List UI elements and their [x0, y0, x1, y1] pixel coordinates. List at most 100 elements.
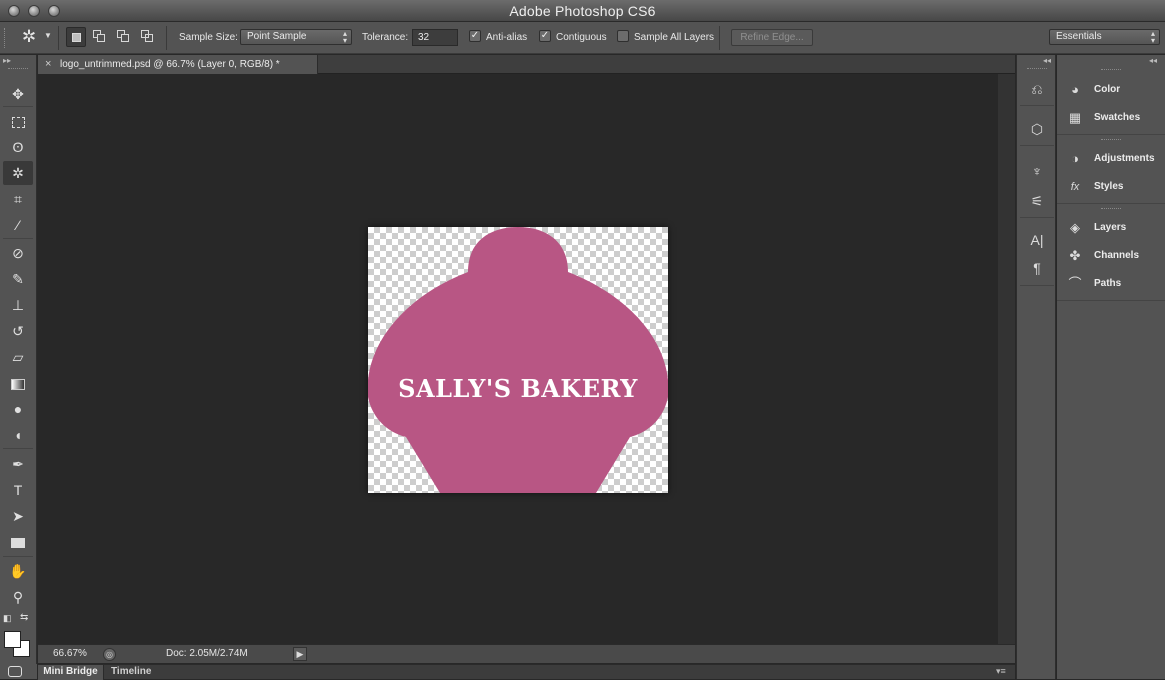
collapse-dock-icon[interactable]: ◂◂ [1149, 56, 1157, 65]
swatches-grid-icon: ▦ [1068, 110, 1082, 125]
paths-icon: ⌒ [1068, 276, 1082, 291]
channels-icon: ✤ [1069, 248, 1081, 263]
cupcake-shape [368, 227, 668, 493]
history-brush-icon[interactable]: ↺ [3, 319, 33, 343]
select-arrows-icon: ▴ ▾ [1150, 29, 1155, 45]
brush-icon[interactable]: ✎ [3, 267, 33, 291]
dodge-icon[interactable]: ◖ [3, 423, 33, 447]
blur-icon[interactable]: ● [3, 397, 33, 421]
panel-label-color: Color [1094, 84, 1121, 95]
divider [719, 26, 720, 50]
tab-timeline[interactable]: Timeline [111, 666, 151, 677]
expand-tools-icon[interactable]: ▸▸ [3, 56, 11, 65]
layers-icon: ◈ [1070, 220, 1080, 235]
collapsed-panel-strip: ◂◂ ⎌ ⬡ ♆ ⚟ A| ¶ [1016, 55, 1056, 679]
close-tab-icon[interactable]: × [45, 58, 51, 70]
document-tab-title: logo_untrimmed.psd @ 66.7% (Layer 0, RGB… [60, 59, 280, 70]
tool-preset-chevron-icon[interactable]: ▼ [44, 31, 52, 40]
options-grip [4, 28, 10, 48]
brush-presets-icon[interactable]: ♆ [1026, 160, 1048, 182]
styles-fx-icon: fx [1070, 181, 1080, 193]
screen-mode-area [0, 664, 37, 679]
document-size: Doc: 2.05M/2.74M [166, 648, 248, 659]
magic-wand-icon[interactable]: ✲ [3, 161, 33, 185]
tools-panel: ▸▸ ✥ ʘ ✲ ⌗ ⁄ ⊘ ✎ ⊥ ↺ ▱ ● ◖ ✒ T ➤ ✋ ⚲ ◧ ⇆ [0, 55, 37, 679]
options-bar: ✲ ▼ Sample Size: Point Sample ▴ ▾ Toleran… [0, 22, 1165, 54]
tolerance-input[interactable]: 32 [412, 29, 458, 46]
collapse-strip-icon[interactable]: ◂◂ [1043, 56, 1051, 65]
vertical-scrollbar[interactable] [998, 74, 1015, 644]
tolerance-label: Tolerance: [362, 32, 409, 43]
panel-menu-icon[interactable]: ▾≡ [996, 666, 1006, 677]
panel-item-paths[interactable]: ⌒ Paths [1057, 271, 1165, 297]
contiguous-label: Contiguous [556, 32, 607, 43]
foreground-color-swatch[interactable] [4, 631, 21, 648]
pen-icon[interactable]: ✒ [3, 452, 33, 476]
3d-panel-icon[interactable]: ⬡ [1026, 118, 1048, 140]
app-title: Adobe Photoshop CS6 [509, 3, 656, 19]
lasso-icon[interactable]: ʘ [3, 135, 33, 159]
crop-icon[interactable]: ⌗ [3, 187, 33, 211]
sample-size-select[interactable]: Point Sample ▴ ▾ [240, 29, 352, 45]
status-bar: 66.67% ◎ Doc: 2.05M/2.74M ▶ [38, 644, 1015, 663]
eyedropper-icon[interactable]: ⁄ [3, 213, 33, 237]
color-palette-icon: ◕ [1071, 82, 1079, 97]
swap-colors-icon[interactable]: ⇆ [20, 612, 28, 623]
panel-label-adjustments: Adjustments [1094, 153, 1155, 164]
path-selection-icon[interactable]: ➤ [3, 504, 33, 528]
anti-alias-checkbox[interactable]: ✓ [469, 30, 481, 42]
workspace-select[interactable]: Essentials ▴ ▾ [1049, 29, 1160, 45]
hand-icon[interactable]: ✋ [3, 559, 33, 583]
intersect-selection-button[interactable] [138, 27, 158, 47]
type-icon[interactable]: T [3, 478, 33, 502]
clone-stamp-icon[interactable]: ⊥ [3, 293, 33, 317]
tools-grip [8, 68, 28, 69]
panel-item-adjustments[interactable]: ◑ Adjustments [1057, 146, 1165, 172]
select-arrows-icon: ▴ ▾ [342, 29, 347, 45]
magic-wand-preset-icon[interactable]: ✲ [18, 26, 40, 48]
document-image[interactable]: SALLY'S BAKERY [368, 227, 668, 493]
rectangle-icon[interactable] [3, 530, 33, 554]
panel-item-swatches[interactable]: ▦ Swatches [1057, 105, 1165, 131]
tab-mini-bridge[interactable]: Mini Bridge [38, 665, 104, 680]
panel-label-channels: Channels [1094, 250, 1140, 261]
sample-all-layers-checkbox[interactable] [617, 30, 629, 42]
title-bar: Adobe Photoshop CS6 [0, 0, 1165, 22]
anti-alias-label: Anti-alias [486, 32, 528, 43]
logo-text: SALLY'S BAKERY [398, 374, 638, 403]
document-tab[interactable]: × logo_untrimmed.psd @ 66.7% (Layer 0, R… [38, 55, 318, 74]
gradient-icon[interactable] [3, 371, 33, 395]
healing-brush-icon[interactable]: ⊘ [3, 241, 33, 265]
marquee-icon[interactable] [3, 109, 33, 133]
eraser-icon[interactable]: ▱ [3, 345, 33, 369]
sample-size-label: Sample Size: [179, 32, 238, 43]
adjustments-icon: ◑ [1071, 151, 1079, 166]
status-menu-arrow-icon[interactable]: ▶ [293, 647, 307, 661]
panel-label-styles: Styles [1094, 181, 1124, 192]
paragraph-panel-icon[interactable]: ¶ [1026, 257, 1048, 279]
status-info-icon[interactable]: ◎ [103, 648, 116, 661]
new-selection-button[interactable] [66, 27, 86, 47]
divider [58, 26, 59, 50]
refine-edge-button[interactable]: Refine Edge... [731, 29, 813, 46]
zoom-icon[interactable]: ⚲ [3, 585, 33, 609]
panel-item-layers[interactable]: ◈ Layers [1057, 215, 1165, 241]
panel-item-color[interactable]: ◕ Color [1057, 77, 1165, 103]
panel-label-layers: Layers [1094, 222, 1127, 233]
move-icon[interactable]: ✥ [3, 82, 33, 106]
panel-item-channels[interactable]: ✤ Channels [1057, 243, 1165, 269]
character-panel-icon[interactable]: A| [1026, 229, 1048, 251]
subtract-from-selection-button[interactable] [114, 27, 134, 47]
panel-label-paths: Paths [1094, 278, 1122, 289]
add-to-selection-button[interactable] [90, 27, 110, 47]
history-panel-icon[interactable]: ⎌ [1026, 78, 1048, 100]
contiguous-checkbox[interactable]: ✓ [539, 30, 551, 42]
workspace-value: Essentials [1056, 31, 1102, 42]
panel-label-swatches: Swatches [1094, 112, 1141, 123]
screen-mode-icon[interactable] [8, 666, 22, 677]
default-colors-icon[interactable]: ◧ [3, 613, 12, 624]
zoom-level[interactable]: 66.67% [53, 648, 87, 659]
panel-item-styles[interactable]: fx Styles [1057, 174, 1165, 200]
sample-all-layers-label: Sample All Layers [634, 32, 715, 43]
tool-presets-icon[interactable]: ⚟ [1026, 190, 1048, 212]
